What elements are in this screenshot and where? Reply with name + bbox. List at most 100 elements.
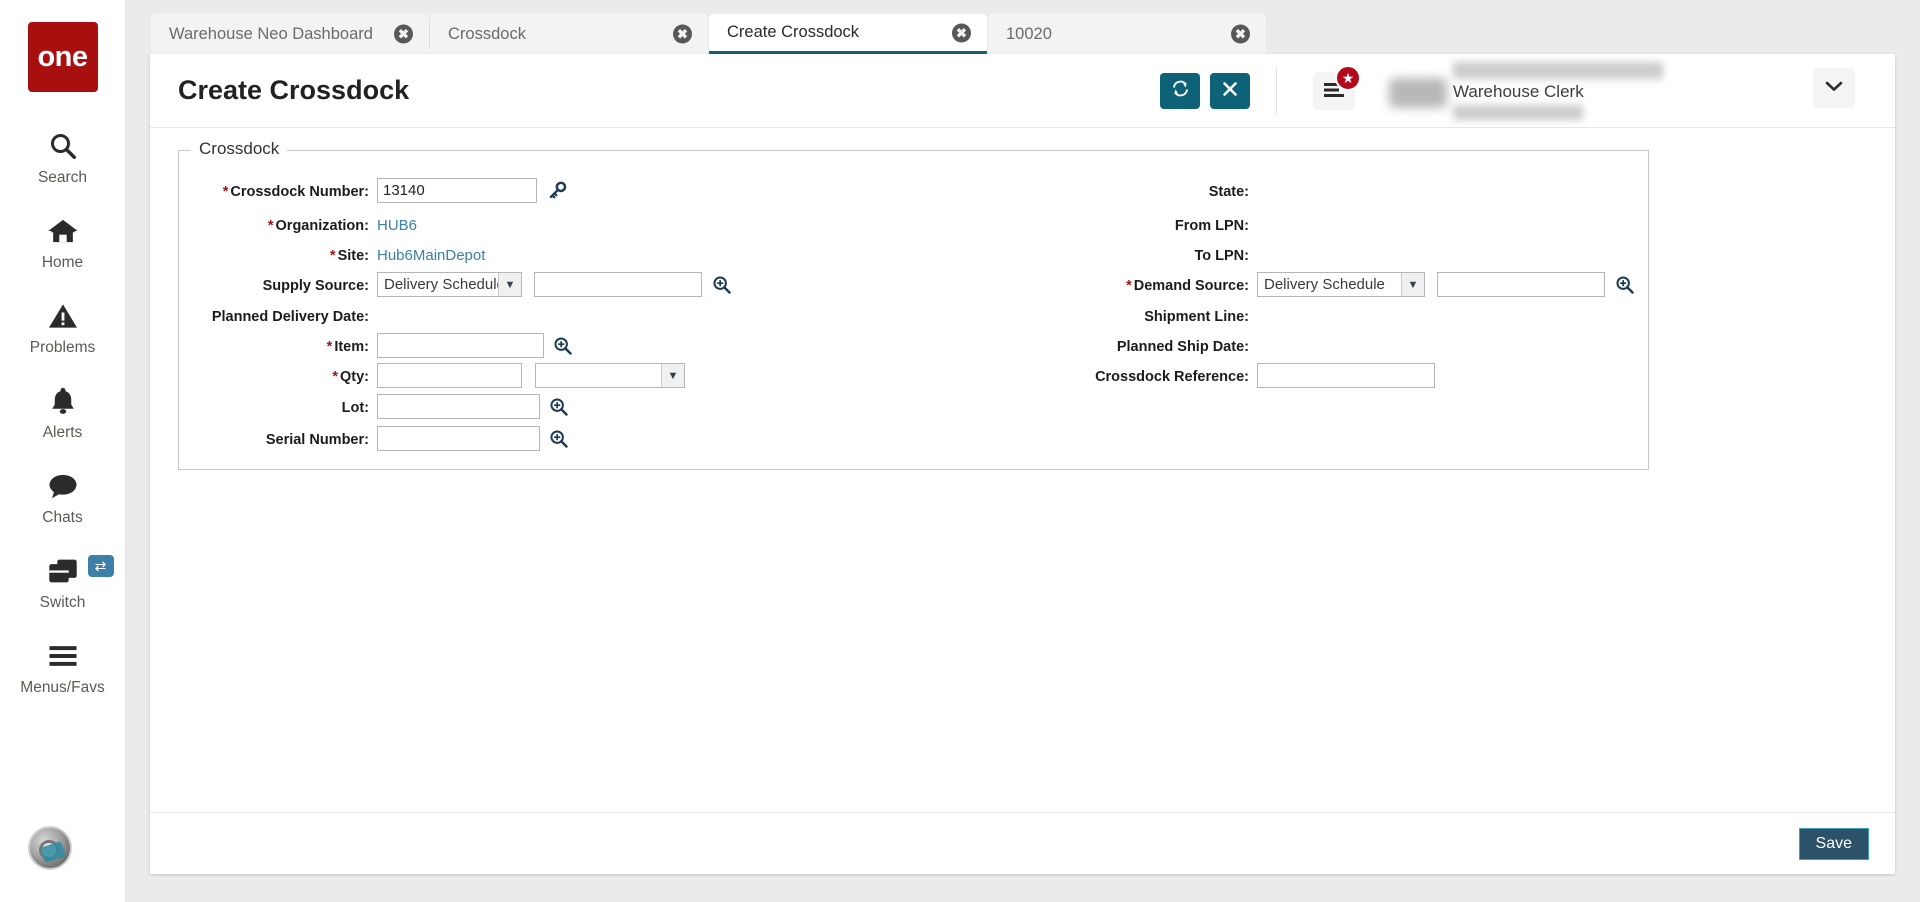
form-column-right: State: From LPN: To LPN: — [924, 181, 1644, 396]
field-label: To LPN: — [924, 245, 1249, 267]
refresh-icon — [1171, 79, 1190, 103]
sidebar-item-label: Problems — [30, 339, 95, 357]
search-plus-icon[interactable] — [553, 336, 572, 355]
field-site: *Site: Hub6MainDepot — [179, 245, 899, 275]
lot-input[interactable] — [377, 394, 540, 419]
switch-windows-icon — [47, 553, 79, 589]
field-label-text: Supply Source — [263, 278, 365, 294]
warning-triangle-icon — [47, 298, 79, 334]
close-icon[interactable]: ✖ — [673, 25, 692, 44]
chat-bubble-icon — [47, 468, 79, 504]
serial-number-input[interactable] — [377, 426, 540, 451]
tab-warehouse-neo-dashboard[interactable]: Warehouse Neo Dashboard ✖ — [151, 14, 429, 54]
tab-create-crossdock[interactable]: Create Crossdock ✖ — [709, 14, 987, 54]
close-icon[interactable]: ✖ — [1231, 25, 1250, 44]
sidebar-item-alerts[interactable]: Alerts — [0, 383, 126, 442]
page-card: Create Crossdock ★ War — [150, 54, 1895, 874]
field-label: State: — [924, 181, 1249, 203]
field-label-text: To LPN — [1194, 248, 1244, 264]
supply-source-select[interactable]: Delivery Schedule ▼ — [377, 272, 522, 297]
tab-label: Create Crossdock — [727, 23, 859, 42]
header-divider — [1276, 68, 1277, 114]
field-lot: Lot: — [179, 397, 899, 427]
field-label: Shipment Line: — [924, 306, 1249, 328]
field-label-text: From LPN — [1175, 218, 1244, 234]
save-button[interactable]: Save — [1799, 828, 1869, 860]
search-icon — [48, 128, 78, 164]
required-asterisk: * — [1126, 278, 1132, 294]
field-label-text: Site — [338, 248, 365, 264]
site-value-link[interactable]: Hub6MainDepot — [377, 245, 485, 267]
required-asterisk: * — [223, 184, 229, 200]
chevron-down-icon: ▼ — [661, 364, 684, 387]
sidebar-item-menus-favs[interactable]: Menus/Favs — [0, 638, 126, 697]
sidebar-item-chats[interactable]: Chats — [0, 468, 126, 527]
sidebar-item-label: Menus/Favs — [20, 679, 104, 697]
refresh-button[interactable] — [1160, 73, 1200, 109]
required-asterisk: * — [327, 339, 333, 355]
field-planned-delivery-date: Planned Delivery Date: — [179, 306, 899, 336]
field-state: State: — [924, 181, 1644, 211]
field-organization: *Organization: HUB6 — [179, 215, 899, 245]
user-profile-block[interactable]: Warehouse Clerk — [1453, 70, 1823, 114]
field-label: *Demand Source: — [924, 275, 1249, 297]
home-icon — [47, 213, 79, 249]
search-plus-icon[interactable] — [1615, 275, 1634, 294]
field-label: *Organization: — [179, 215, 369, 237]
search-plus-icon[interactable] — [549, 397, 568, 416]
crossdock-fieldset: Crossdock *Crossdock Number: — [178, 150, 1649, 470]
close-button[interactable] — [1210, 73, 1250, 109]
field-label-text: Serial Number — [266, 432, 364, 448]
sidebar-item-search[interactable]: Search — [0, 128, 126, 187]
search-plus-icon[interactable] — [549, 429, 568, 448]
field-label: Serial Number: — [179, 429, 369, 451]
field-label: Lot: — [179, 397, 369, 419]
demand-source-selected-value: Delivery Schedule — [1258, 276, 1401, 293]
search-plus-icon[interactable] — [712, 275, 731, 294]
crossdock-number-input[interactable] — [377, 178, 537, 203]
field-label: *Site: — [179, 245, 369, 267]
supply-source-reference-input[interactable] — [534, 272, 702, 297]
close-icon[interactable]: ✖ — [394, 25, 413, 44]
sidebar-item-problems[interactable]: Problems — [0, 298, 126, 357]
field-label-text: Crossdock Reference — [1095, 369, 1244, 385]
user-avatar-image[interactable] — [28, 826, 72, 870]
chevron-down-icon — [1825, 79, 1843, 97]
page-title: Create Crossdock — [178, 75, 409, 106]
tab-crossdock[interactable]: Crossdock ✖ — [430, 14, 708, 54]
field-from-lpn: From LPN: — [924, 215, 1644, 245]
close-icon[interactable]: ✖ — [952, 23, 971, 42]
field-label-text: Item — [334, 339, 364, 355]
field-label-text: Planned Ship Date — [1117, 339, 1244, 355]
avatar[interactable] — [1389, 78, 1447, 108]
tab-label: Warehouse Neo Dashboard — [169, 25, 373, 44]
field-label: *Item: — [179, 336, 369, 358]
redacted-user-name — [1453, 62, 1663, 79]
field-label-text: Qty — [340, 369, 364, 385]
required-asterisk: * — [330, 248, 336, 264]
crossdock-reference-input[interactable] — [1257, 363, 1435, 388]
swap-arrows-icon[interactable]: ⇄ — [88, 555, 114, 577]
field-label: Supply Source: — [179, 275, 369, 297]
item-input[interactable] — [377, 333, 544, 358]
field-label: *Qty: — [179, 366, 369, 388]
field-label-text: Demand Source — [1134, 278, 1244, 294]
qty-input[interactable] — [377, 363, 522, 388]
header-action-buttons — [1160, 73, 1250, 109]
demand-source-reference-input[interactable] — [1437, 272, 1605, 297]
sidebar-item-switch[interactable]: ⇄ Switch — [0, 553, 126, 612]
demand-source-select[interactable]: Delivery Schedule ▼ — [1257, 272, 1425, 297]
brand-logo[interactable]: one — [28, 22, 98, 92]
field-label: Crossdock Reference: — [924, 366, 1249, 388]
field-label: *Crossdock Number: — [179, 181, 369, 203]
sidebar-item-label: Search — [38, 169, 87, 187]
user-menu-toggle[interactable] — [1813, 68, 1855, 108]
organization-value-link[interactable]: HUB6 — [377, 215, 417, 237]
sidebar-item-home[interactable]: Home — [0, 213, 126, 272]
sidebar-item-label: Home — [42, 254, 83, 272]
favorite-badge[interactable]: ★ — [1335, 65, 1361, 91]
fieldset-legend: Crossdock — [191, 139, 287, 159]
key-icon[interactable] — [548, 181, 567, 200]
tab-10020[interactable]: 10020 ✖ — [988, 14, 1266, 54]
qty-uom-select[interactable]: ▼ — [535, 363, 685, 388]
